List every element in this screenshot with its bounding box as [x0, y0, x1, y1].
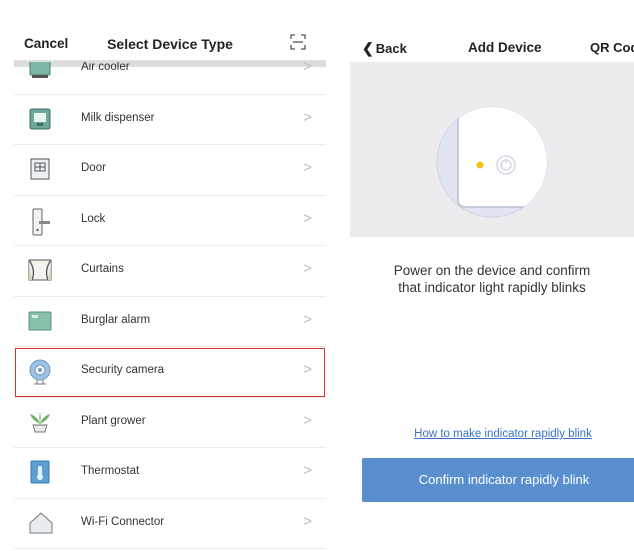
indicator-light-icon: [476, 161, 484, 169]
page-title: Add Device: [468, 40, 542, 55]
device-type-label: Lock: [81, 212, 106, 225]
lock-icon: [28, 208, 52, 235]
wifi-connector-icon: [28, 511, 53, 535]
device-type-label: Plant grower: [81, 414, 146, 427]
device-type-item[interactable]: Wi-Fi Connector >: [14, 499, 326, 549]
help-link[interactable]: How to make indicator rapidly blink: [350, 428, 634, 440]
device-type-item[interactable]: Lock >: [14, 196, 326, 246]
instruction-line-1: Power on the device and confirm: [393, 263, 591, 278]
milk-dispenser-icon: [28, 107, 52, 131]
device-type-label: Burglar alarm: [81, 313, 151, 326]
device-type-label: Security camera: [81, 364, 165, 376]
device-type-label: Milk dispenser: [81, 111, 155, 124]
door-icon: [28, 157, 52, 181]
nav-bar: ❮ Back Add Device QR Cod: [350, 28, 634, 62]
page-title: Select Device Type: [107, 36, 233, 52]
device-type-item[interactable]: Air cooler >: [14, 62, 326, 95]
qr-code-button[interactable]: QR Cod: [590, 40, 634, 55]
device-type-item[interactable]: Door >: [14, 145, 326, 196]
chevron-right-icon: >: [303, 462, 312, 479]
device-type-item[interactable]: Curtains >: [14, 246, 326, 297]
chevron-right-icon: >: [303, 108, 312, 126]
chevron-right-icon: >: [303, 310, 312, 328]
device-type-item[interactable]: Milk dispenser >: [14, 95, 326, 145]
device-type-label: Door: [81, 162, 106, 174]
instruction-line-2: that indicator light rapidly blinks: [398, 280, 586, 295]
select-device-type-screen: Cancel Select Device Type Air cooler > Mil…: [14, 0, 326, 551]
chevron-right-icon: >: [303, 512, 312, 530]
curtains-icon: [28, 258, 52, 282]
status-bar: [14, 0, 326, 24]
scan-frame-icon[interactable]: [290, 34, 306, 50]
plant-grower-icon: [28, 410, 52, 434]
air-cooler-icon: [28, 62, 52, 80]
back-label: Back: [375, 41, 407, 56]
back-button[interactable]: ❮ Back: [362, 40, 407, 57]
security-camera-icon: [28, 359, 52, 385]
add-device-screen: ❮ Back Add Device QR Cod Power on the dev…: [350, 0, 634, 551]
instruction-text: Power on the device and confirm that ind…: [350, 262, 634, 296]
device-type-label: Air cooler: [81, 62, 130, 73]
status-bar: [350, 0, 634, 28]
burglar-alarm-icon: [28, 309, 52, 333]
device-type-item[interactable]: Thermostat >: [14, 448, 326, 499]
device-type-item[interactable]: Security camera >: [14, 347, 326, 398]
nav-bar: Cancel Select Device Type: [14, 24, 326, 61]
chevron-right-icon: >: [303, 411, 312, 429]
device-type-label: Thermostat: [81, 465, 140, 477]
confirm-button[interactable]: Confirm indicator rapidly blink: [362, 458, 634, 502]
chevron-right-icon: >: [303, 361, 312, 378]
device-type-label: Curtains: [81, 263, 124, 275]
device-type-item[interactable]: Burglar alarm >: [14, 297, 326, 347]
chevron-left-icon: ❮: [362, 40, 374, 56]
device-type-list[interactable]: Air cooler > Milk dispenser > Door > Lock > Curt…: [14, 62, 326, 551]
chevron-right-icon: >: [303, 209, 312, 227]
device-illustration: [350, 62, 634, 237]
chevron-right-icon: >: [303, 159, 312, 176]
chevron-right-icon: >: [303, 260, 312, 277]
device-type-label: Wi-Fi Connector: [81, 515, 165, 528]
thermostat-icon: [28, 460, 52, 484]
device-type-item[interactable]: Plant grower >: [14, 398, 326, 448]
chevron-right-icon: >: [303, 62, 312, 75]
